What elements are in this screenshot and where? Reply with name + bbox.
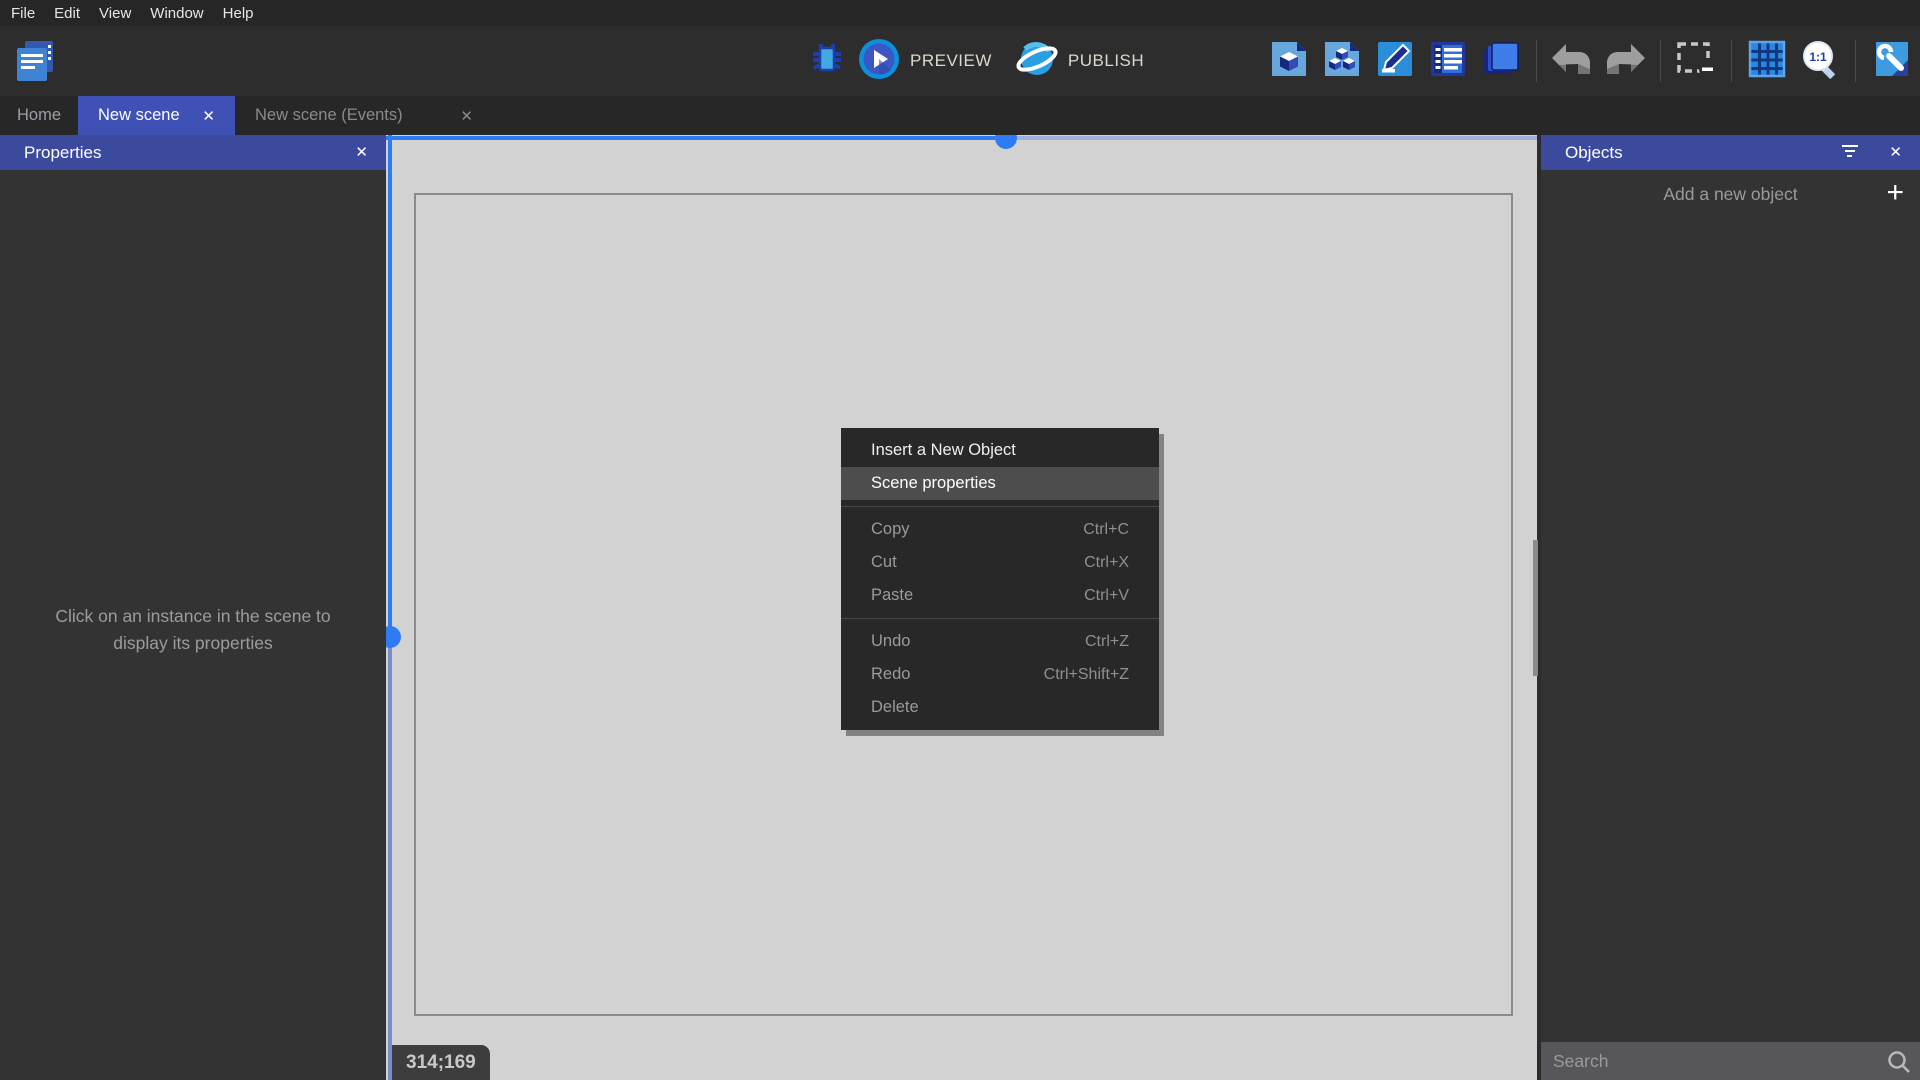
- add-object-row[interactable]: Add a new object +: [1541, 170, 1920, 218]
- object-groups-icon: [1323, 40, 1361, 83]
- gdevelop-logo-icon: [12, 40, 58, 91]
- tab-label: Home: [17, 106, 61, 125]
- project-settings-button[interactable]: [1870, 38, 1912, 84]
- menu-item-label: Paste: [871, 586, 913, 605]
- menu-item-shortcut: Ctrl+X: [1084, 554, 1129, 572]
- add-object-label: Add a new object: [1541, 170, 1920, 218]
- menu-item-label: Copy: [871, 520, 910, 539]
- deselect-icon: [1676, 41, 1716, 82]
- scene-canvas[interactable]: Insert a New Object Scene properties Cop…: [386, 135, 1537, 1080]
- layers-icon: [1482, 40, 1520, 83]
- menu-item-copy[interactable]: Copy Ctrl+C: [841, 513, 1159, 546]
- zoom-1-1-icon: 1:1: [1799, 38, 1841, 85]
- tab-label: New scene (Events): [255, 106, 403, 125]
- search-icon: [1886, 1049, 1912, 1080]
- edit-pencil-icon: [1376, 40, 1414, 83]
- toggle-grid-button[interactable]: [1746, 38, 1788, 84]
- instances-list-icon: [1429, 40, 1467, 83]
- close-icon[interactable]: ✕: [1889, 135, 1902, 170]
- toolbar-separator: [1731, 40, 1732, 82]
- menu-item-redo[interactable]: Redo Ctrl+Shift+Z: [841, 658, 1159, 691]
- menu-edit[interactable]: Edit: [54, 5, 80, 22]
- menu-item-label: Cut: [871, 553, 897, 572]
- toolbar-separator: [1660, 40, 1661, 82]
- toolbar: PREVIEW PUBLISH: [0, 26, 1920, 96]
- menu-item-shortcut: Ctrl+Shift+Z: [1044, 666, 1129, 684]
- publish-planet-icon: [1015, 37, 1059, 86]
- menu-divider: [841, 618, 1159, 619]
- preview-label[interactable]: PREVIEW: [910, 51, 992, 71]
- preview-play-icon: [857, 37, 901, 86]
- svg-text:1:1: 1:1: [1809, 50, 1827, 64]
- menu-item-label: Insert a New Object: [871, 441, 1016, 460]
- menu-help[interactable]: Help: [223, 5, 254, 22]
- menu-item-scene-properties[interactable]: Scene properties: [841, 467, 1159, 500]
- zoom-1-1-button[interactable]: 1:1: [1799, 38, 1841, 84]
- wrench-icon: [1872, 40, 1910, 83]
- objects-search-input[interactable]: [1553, 1042, 1873, 1080]
- panel-title: Objects: [1565, 135, 1623, 170]
- instances-list-button[interactable]: [1427, 38, 1469, 84]
- tab-home[interactable]: Home: [0, 96, 78, 135]
- vertical-scroll-track[interactable]: [388, 637, 392, 1080]
- menu-item-shortcut: Ctrl+V: [1084, 587, 1129, 605]
- redo-button[interactable]: [1604, 38, 1646, 84]
- properties-empty-message: Click on an instance in the scene to dis…: [30, 603, 356, 657]
- cursor-coordinates-badge: 314;169: [392, 1045, 490, 1080]
- horizontal-scroll-track[interactable]: [386, 136, 1006, 140]
- publish-label[interactable]: PUBLISH: [1068, 51, 1144, 71]
- edit-properties-button[interactable]: [1374, 38, 1416, 84]
- preview-button[interactable]: [858, 38, 900, 84]
- object-groups-button[interactable]: [1321, 38, 1363, 84]
- properties-panel-header: Properties ✕: [0, 135, 386, 170]
- menu-item-label: Redo: [871, 665, 910, 684]
- menu-view[interactable]: View: [99, 5, 131, 22]
- tab-bar: Home New scene ✕ New scene (Events) ✕: [0, 96, 1920, 135]
- filter-icon[interactable]: [1842, 145, 1860, 159]
- panel-title: Properties: [24, 135, 101, 170]
- deselect-all-button[interactable]: [1675, 38, 1717, 84]
- menu-item-cut[interactable]: Cut Ctrl+X: [841, 546, 1159, 579]
- menu-file[interactable]: File: [11, 5, 35, 22]
- menu-item-delete[interactable]: Delete: [841, 691, 1159, 724]
- menu-window[interactable]: Window: [150, 5, 203, 22]
- undo-icon: [1551, 43, 1593, 80]
- tab-label: New scene: [98, 106, 180, 125]
- menu-item-shortcut: Ctrl+C: [1083, 521, 1129, 539]
- redo-icon: [1604, 43, 1646, 80]
- tab-new-scene[interactable]: New scene ✕: [78, 96, 235, 135]
- toolbar-separator: [1855, 40, 1856, 82]
- debugger-button[interactable]: [806, 38, 848, 84]
- toolbar-separator: [1536, 40, 1537, 82]
- menu-item-label: Delete: [871, 698, 919, 717]
- undo-button[interactable]: [1551, 38, 1593, 84]
- menu-item-undo[interactable]: Undo Ctrl+Z: [841, 625, 1159, 658]
- objects-panel-header: Objects ✕: [1541, 135, 1920, 170]
- publish-button[interactable]: [1016, 38, 1058, 84]
- menu-item-insert-new-object[interactable]: Insert a New Object: [841, 434, 1159, 467]
- objects-search-bar: [1541, 1042, 1920, 1080]
- menu-item-label: Scene properties: [871, 474, 996, 493]
- debugger-bug-icon: [808, 40, 846, 83]
- menu-bar: File Edit View Window Help: [0, 0, 1920, 26]
- right-scrollbar-thumb[interactable]: [1533, 540, 1538, 676]
- menu-item-paste[interactable]: Paste Ctrl+V: [841, 579, 1159, 612]
- scene-objects-button[interactable]: [1268, 38, 1310, 84]
- menu-divider: [841, 506, 1159, 507]
- tab-new-scene-events[interactable]: New scene (Events) ✕: [235, 96, 493, 135]
- add-icon[interactable]: +: [1886, 170, 1904, 216]
- objects-panel: Objects ✕ Add a new object +: [1541, 135, 1920, 1080]
- grid-icon: [1748, 40, 1786, 83]
- close-icon[interactable]: ✕: [460, 107, 473, 125]
- layers-button[interactable]: [1480, 38, 1522, 84]
- menu-item-label: Undo: [871, 632, 910, 651]
- close-icon[interactable]: ✕: [202, 107, 215, 125]
- menu-item-shortcut: Ctrl+Z: [1085, 633, 1129, 651]
- horizontal-scroll-track[interactable]: [1006, 136, 1537, 140]
- scene-objects-icon: [1270, 40, 1308, 83]
- vertical-scroll-track[interactable]: [388, 135, 392, 637]
- close-icon[interactable]: ✕: [355, 135, 368, 170]
- properties-panel: Properties ✕ Click on an instance in the…: [0, 135, 386, 1080]
- context-menu: Insert a New Object Scene properties Cop…: [841, 428, 1159, 730]
